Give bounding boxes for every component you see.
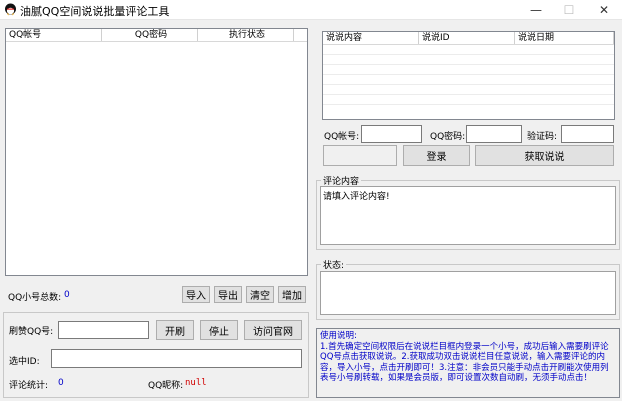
nickname-value: null (185, 378, 207, 388)
app-icon (5, 3, 16, 16)
column-header-content[interactable]: 说说内容 (323, 32, 419, 44)
clear-button[interactable]: 清空 (246, 286, 274, 303)
brush-qq-label: 刷赞QQ号: (9, 327, 54, 337)
captcha-label: 验证码: (527, 132, 558, 142)
list-row[interactable] (323, 95, 614, 105)
visit-website-button[interactable]: 访问官网 (244, 320, 302, 340)
login-button[interactable]: 登录 (403, 145, 470, 166)
selected-id-label: 选中ID: (9, 357, 40, 367)
comment-text: 请填入评论内容! (323, 192, 390, 202)
instructions-title: 使用说明: (320, 331, 357, 341)
list-row[interactable] (323, 45, 614, 55)
list-row[interactable] (323, 75, 614, 85)
list-row[interactable] (323, 65, 614, 75)
column-header-status[interactable]: 执行状态 (198, 29, 294, 41)
export-button[interactable]: 导出 (214, 286, 242, 303)
status-group-title: 状态: (321, 258, 347, 271)
account-total-label: QQ小号总数: (8, 293, 62, 303)
shuoshuo-list-header: 说说内容 说说ID 说说日期 (323, 32, 614, 45)
comment-stats-value: 0 (58, 378, 64, 388)
column-header-id[interactable]: 说说ID (419, 32, 515, 44)
instructions-body: 1.首先确定空间权限后在说说栏目框内登录一个小号，成功后输入需要刷评论QQ号点击… (320, 341, 609, 384)
selected-id-input[interactable] (51, 349, 302, 368)
account-list-header: QQ帐号 QQ密码 执行状态 (6, 29, 307, 42)
column-header-date[interactable]: 说说日期 (515, 32, 614, 44)
column-header-password[interactable]: QQ密码 (102, 29, 198, 41)
nickname-label: QQ昵称: (148, 381, 184, 391)
import-button[interactable]: 导入 (182, 286, 210, 303)
add-button[interactable]: 增加 (278, 286, 306, 303)
login-account-label: QQ帐号: (324, 132, 360, 142)
minimize-button[interactable]: — (521, 0, 551, 20)
brush-qq-input[interactable] (58, 321, 149, 339)
window-title: 油腻QQ空间说说批量评论工具 (20, 5, 170, 18)
status-box (320, 271, 616, 315)
account-list[interactable]: QQ帐号 QQ密码 执行状态 (5, 28, 308, 276)
captcha-input[interactable] (561, 125, 614, 143)
start-button[interactable]: 开刷 (156, 320, 194, 340)
instructions-box: 使用说明: 1.首先确定空间权限后在说说栏目框内登录一个小号，成功后输入需要刷评… (316, 328, 620, 398)
comment-textarea[interactable]: 请填入评论内容! (320, 186, 616, 245)
account-total-value: 0 (64, 290, 70, 300)
list-row[interactable] (323, 85, 614, 95)
title-bar: 油腻QQ空间说说批量评论工具 — ☐ ✕ (0, 0, 622, 20)
list-row[interactable] (323, 55, 614, 65)
fetch-shuoshuo-button[interactable]: 获取说说 (475, 145, 614, 166)
login-password-input[interactable] (466, 125, 522, 143)
login-password-label: QQ密码: (430, 132, 466, 142)
captcha-image[interactable] (323, 145, 397, 166)
stop-button[interactable]: 停止 (200, 320, 238, 340)
maximize-button[interactable]: ☐ (554, 0, 584, 20)
comment-stats-label: 评论统计: (9, 381, 49, 391)
close-button[interactable]: ✕ (589, 0, 619, 20)
shuoshuo-list[interactable]: 说说内容 说说ID 说说日期 (322, 31, 615, 120)
column-header-account[interactable]: QQ帐号 (6, 29, 102, 41)
login-account-input[interactable] (361, 125, 422, 143)
